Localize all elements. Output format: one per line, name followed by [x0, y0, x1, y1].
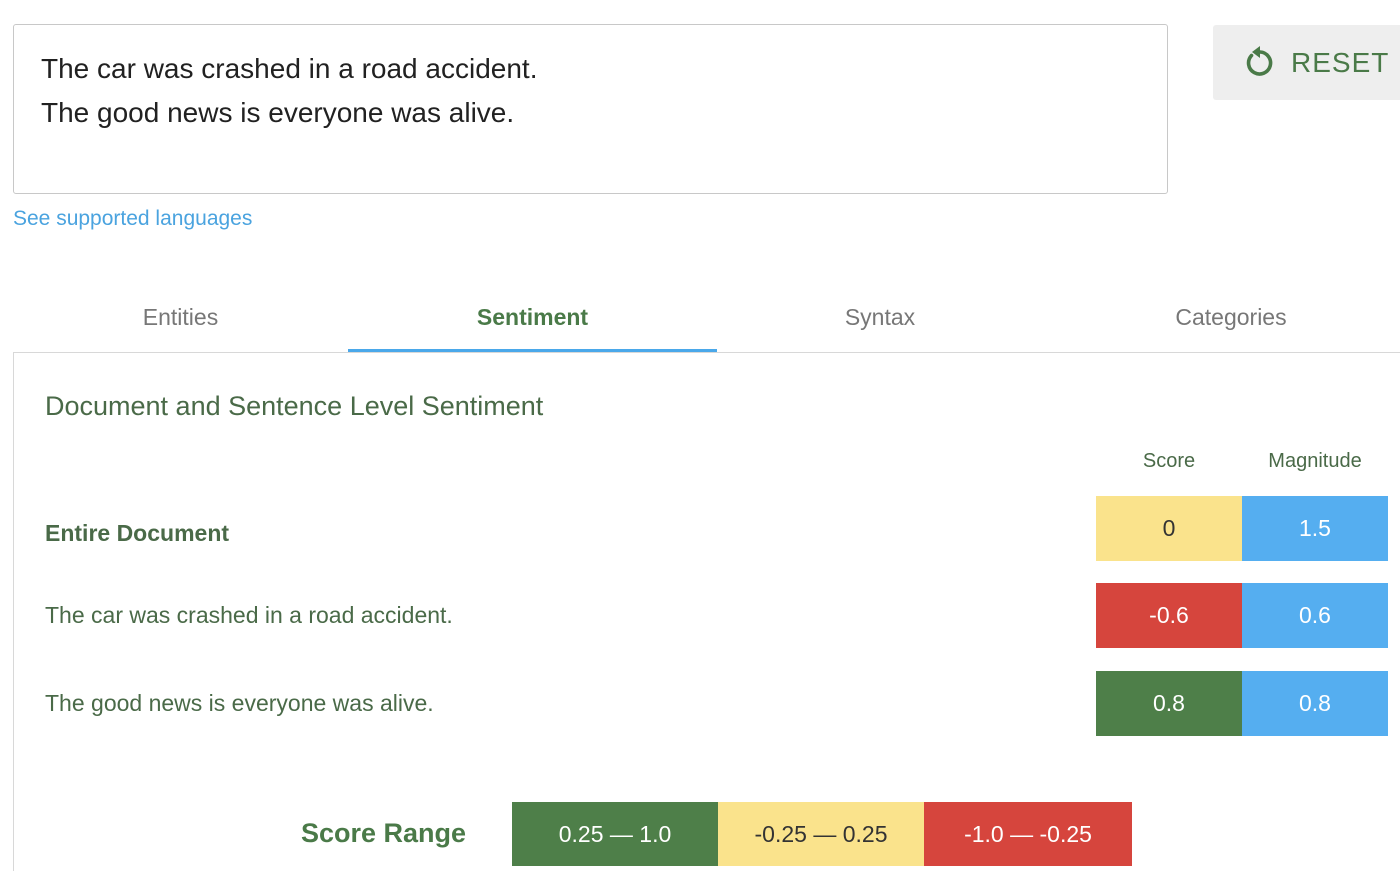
tab-categories[interactable]: Categories — [1043, 280, 1400, 354]
page: The car was crashed in a road accident. … — [0, 0, 1400, 871]
score-range-negative: -1.0 — -0.25 — [924, 802, 1132, 866]
supported-languages-link[interactable]: See supported languages — [13, 207, 252, 231]
tab-entities[interactable]: Entities — [13, 280, 348, 354]
panel-title: Document and Sentence Level Sentiment — [45, 391, 544, 421]
score-cell: -0.6 — [1096, 583, 1242, 648]
row-label-sentence-2: The good news is everyone was alive. — [45, 690, 434, 716]
reset-icon — [1243, 45, 1277, 81]
sentiment-panel: Document and Sentence Level Sentiment Sc… — [13, 352, 1400, 871]
text-input-line-2: The good news is everyone was alive. — [41, 97, 515, 128]
score-column-header: Score — [1142, 450, 1196, 472]
score-range-positive: 0.25 — 1.0 — [512, 802, 718, 866]
reset-button-label: RESET — [1291, 46, 1390, 78]
tab-syntax[interactable]: Syntax — [717, 280, 1043, 354]
magnitude-cell: 0.6 — [1242, 583, 1388, 648]
magnitude-cell: 1.5 — [1242, 496, 1388, 561]
reset-button[interactable]: RESET — [1213, 25, 1400, 100]
magnitude-column-header: Magnitude — [1268, 450, 1362, 472]
text-input-line-1: The car was crashed in a road accident. — [41, 53, 538, 84]
tab-sentiment[interactable]: Sentiment — [348, 280, 717, 354]
text-input[interactable]: The car was crashed in a road accident. … — [13, 24, 1168, 194]
row-label-sentence-1: The car was crashed in a road accident. — [45, 602, 453, 628]
tab-bar: Entities Sentiment Syntax Categories — [13, 280, 1400, 354]
score-range-neutral: -0.25 — 0.25 — [718, 802, 924, 866]
score-range-label: Score Range — [301, 818, 467, 848]
magnitude-cell: 0.8 — [1242, 671, 1388, 736]
score-cell: 0 — [1096, 496, 1242, 561]
row-label-entire-document: Entire Document — [45, 520, 230, 546]
score-cell: 0.8 — [1096, 671, 1242, 736]
